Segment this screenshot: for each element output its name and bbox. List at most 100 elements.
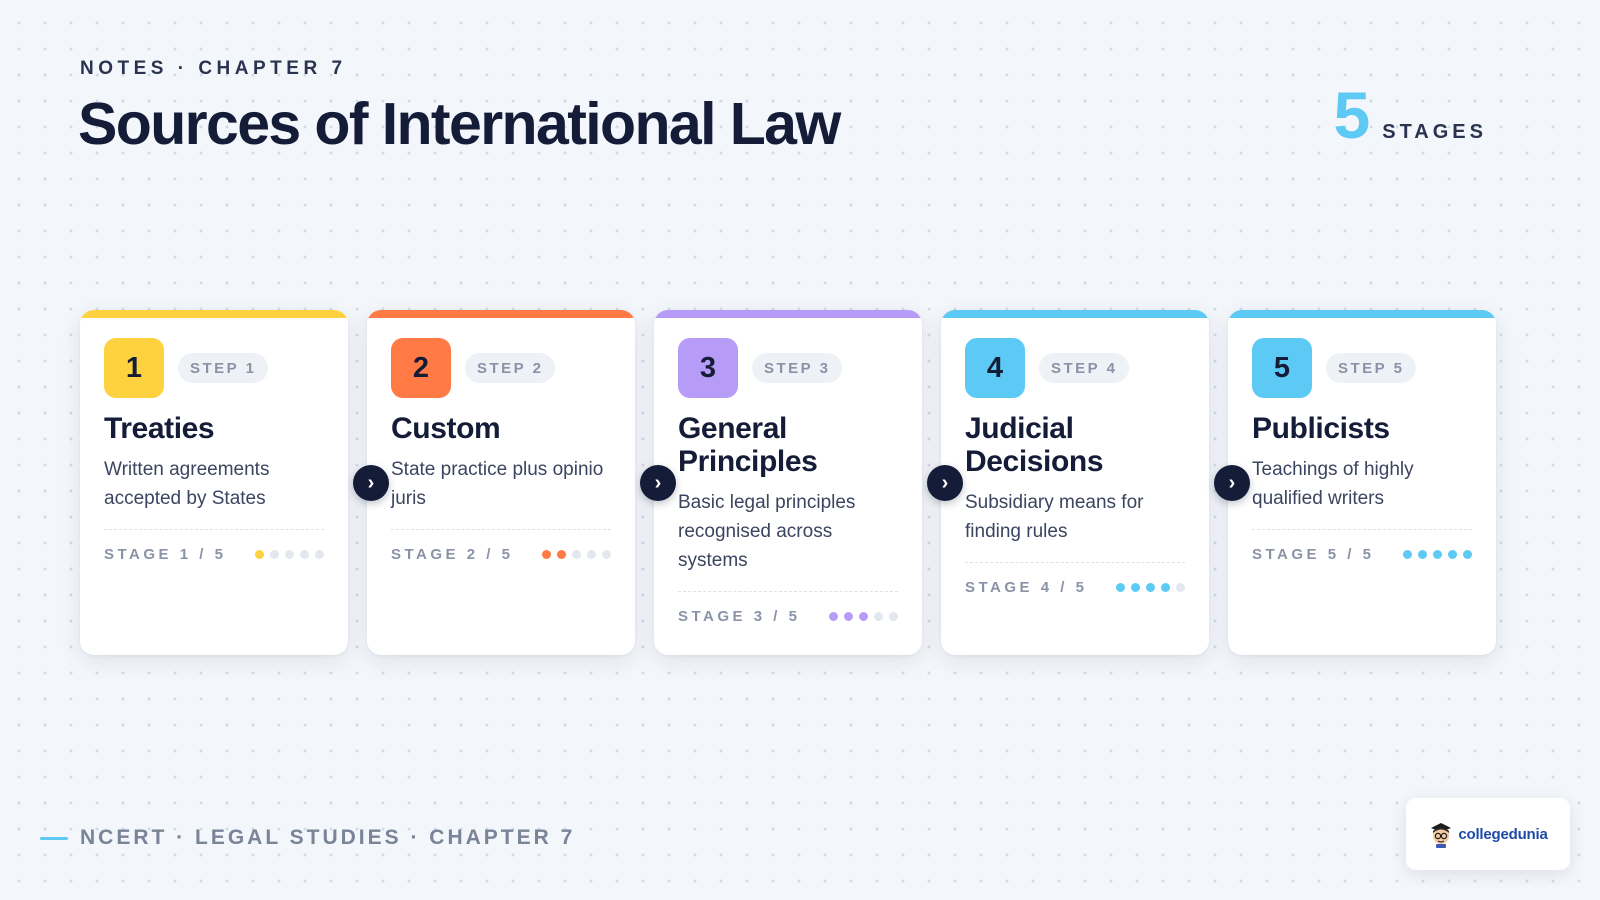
progress-dot-active — [844, 612, 853, 621]
chevron-right-icon: › — [927, 465, 963, 501]
chevron-right-icon: › — [640, 465, 676, 501]
chevron-right-icon: › — [353, 465, 389, 501]
card-top-bar — [654, 310, 922, 318]
progress-dot-active — [557, 550, 566, 559]
stage-row: STAGE 5 / 5 — [1252, 546, 1472, 563]
step-title: Publicists — [1252, 412, 1390, 445]
card-body: 3 STEP 3 General Principles Basic legal … — [678, 338, 898, 625]
page-title: Sources of International Law — [78, 91, 841, 157]
progress-dot-active — [1403, 550, 1412, 559]
step-description: Subsidiary means for finding rules — [965, 492, 1144, 542]
card-header-row: 3 STEP 3 — [678, 338, 898, 398]
progress-dot-active — [1448, 550, 1457, 559]
progress-dot-inactive — [874, 612, 883, 621]
card-header-row: 1 STEP 1 — [104, 338, 324, 398]
progress-dots — [829, 612, 898, 621]
progress-dot-active — [1161, 583, 1170, 592]
card-body: 1 STEP 1 Treaties Written agreements acc… — [104, 338, 324, 563]
step-number-badge: 2 — [391, 338, 451, 398]
step-description: Basic legal principles recognised across… — [678, 492, 856, 571]
steps-flow: 1 STEP 1 Treaties Written agreements acc… — [80, 310, 1520, 655]
stage-row: STAGE 2 / 5 — [391, 546, 611, 563]
progress-dot-inactive — [587, 550, 596, 559]
card-header-row: 4 STEP 4 — [965, 338, 1185, 398]
stage-label: STAGE 2 / 5 — [391, 546, 514, 563]
stage-label: STAGE 1 / 5 — [104, 546, 227, 563]
step-number-badge: 4 — [965, 338, 1025, 398]
progress-dot-active — [1418, 550, 1427, 559]
progress-dot-active — [255, 550, 264, 559]
footer-accent-line — [40, 836, 68, 840]
progress-dot-inactive — [270, 550, 279, 559]
progress-dot-inactive — [602, 550, 611, 559]
step-card-2: 2 STEP 2 Custom State practice plus opin… — [367, 310, 635, 655]
stage-count: 5 STAGES — [1334, 82, 1487, 148]
step-pill: STEP 4 — [1039, 353, 1130, 383]
progress-dots — [255, 550, 324, 559]
mascot-icon — [1428, 820, 1454, 848]
brand-logo[interactable]: collegedunia — [1406, 798, 1570, 870]
progress-dot-active — [1146, 583, 1155, 592]
progress-dot-active — [542, 550, 551, 559]
step-pill: STEP 1 — [178, 353, 269, 383]
step-title: Treaties — [104, 412, 215, 445]
progress-dots — [1403, 550, 1472, 559]
step-number-badge: 3 — [678, 338, 738, 398]
step-card-5: 5 STEP 5 Publicists Teachings of highly … — [1228, 310, 1496, 655]
stage-label: STAGE 3 / 5 — [678, 608, 801, 625]
step-card-4: 4 STEP 4 Judicial Decisions Subsidiary m… — [941, 310, 1209, 655]
card-header-row: 5 STEP 5 — [1252, 338, 1472, 398]
card-top-bar — [367, 310, 635, 318]
progress-dot-inactive — [315, 550, 324, 559]
step-title: General Principles — [678, 412, 818, 478]
progress-dot-active — [1463, 550, 1472, 559]
card-divider — [1252, 529, 1472, 530]
step-description: State practice plus opinio juris — [391, 459, 604, 509]
progress-dot-active — [859, 612, 868, 621]
step-title: Judicial Decisions — [965, 412, 1104, 478]
card-top-bar — [1228, 310, 1496, 318]
step-number-badge: 5 — [1252, 338, 1312, 398]
progress-dot-inactive — [889, 612, 898, 621]
stage-count-label: STAGES — [1382, 121, 1487, 143]
card-top-bar — [80, 310, 348, 318]
card-top-bar — [941, 310, 1209, 318]
progress-dot-inactive — [285, 550, 294, 559]
step-pill: STEP 5 — [1326, 353, 1417, 383]
progress-dot-inactive — [300, 550, 309, 559]
progress-dots — [1116, 583, 1185, 592]
stage-row: STAGE 1 / 5 — [104, 546, 324, 563]
stage-row: STAGE 4 / 5 — [965, 579, 1185, 596]
stage-label: STAGE 5 / 5 — [1252, 546, 1375, 563]
step-card-3: 3 STEP 3 General Principles Basic legal … — [654, 310, 922, 655]
step-title: Custom — [391, 412, 501, 445]
step-number-badge: 1 — [104, 338, 164, 398]
progress-dot-active — [1116, 583, 1125, 592]
brand-name: collegedunia — [1458, 825, 1548, 843]
stage-label: STAGE 4 / 5 — [965, 579, 1088, 596]
footer-text: NCERT · LEGAL STUDIES · CHAPTER 7 — [80, 826, 576, 849]
card-header-row: 2 STEP 2 — [391, 338, 611, 398]
card-divider — [391, 529, 611, 530]
card-divider — [104, 529, 324, 530]
progress-dot-active — [1131, 583, 1140, 592]
step-pill: STEP 3 — [752, 353, 843, 383]
stage-count-number: 5 — [1333, 78, 1371, 152]
progress-dot-inactive — [572, 550, 581, 559]
eyebrow: NOTES · CHAPTER 7 — [80, 58, 347, 79]
chevron-right-icon: › — [1214, 465, 1250, 501]
stage-row: STAGE 3 / 5 — [678, 608, 898, 625]
progress-dot-active — [1433, 550, 1442, 559]
progress-dot-active — [829, 612, 838, 621]
step-pill: STEP 2 — [465, 353, 556, 383]
card-divider — [678, 591, 898, 592]
card-divider — [965, 562, 1185, 563]
step-description: Teachings of highly qualified writers — [1252, 459, 1414, 509]
step-card-1: 1 STEP 1 Treaties Written agreements acc… — [80, 310, 348, 655]
footer: NCERT · LEGAL STUDIES · CHAPTER 7 — [40, 826, 575, 850]
step-description: Written agreements accepted by States — [104, 459, 270, 509]
progress-dots — [542, 550, 611, 559]
card-body: 5 STEP 5 Publicists Teachings of highly … — [1252, 338, 1472, 563]
progress-dot-inactive — [1176, 583, 1185, 592]
card-body: 4 STEP 4 Judicial Decisions Subsidiary m… — [965, 338, 1185, 596]
